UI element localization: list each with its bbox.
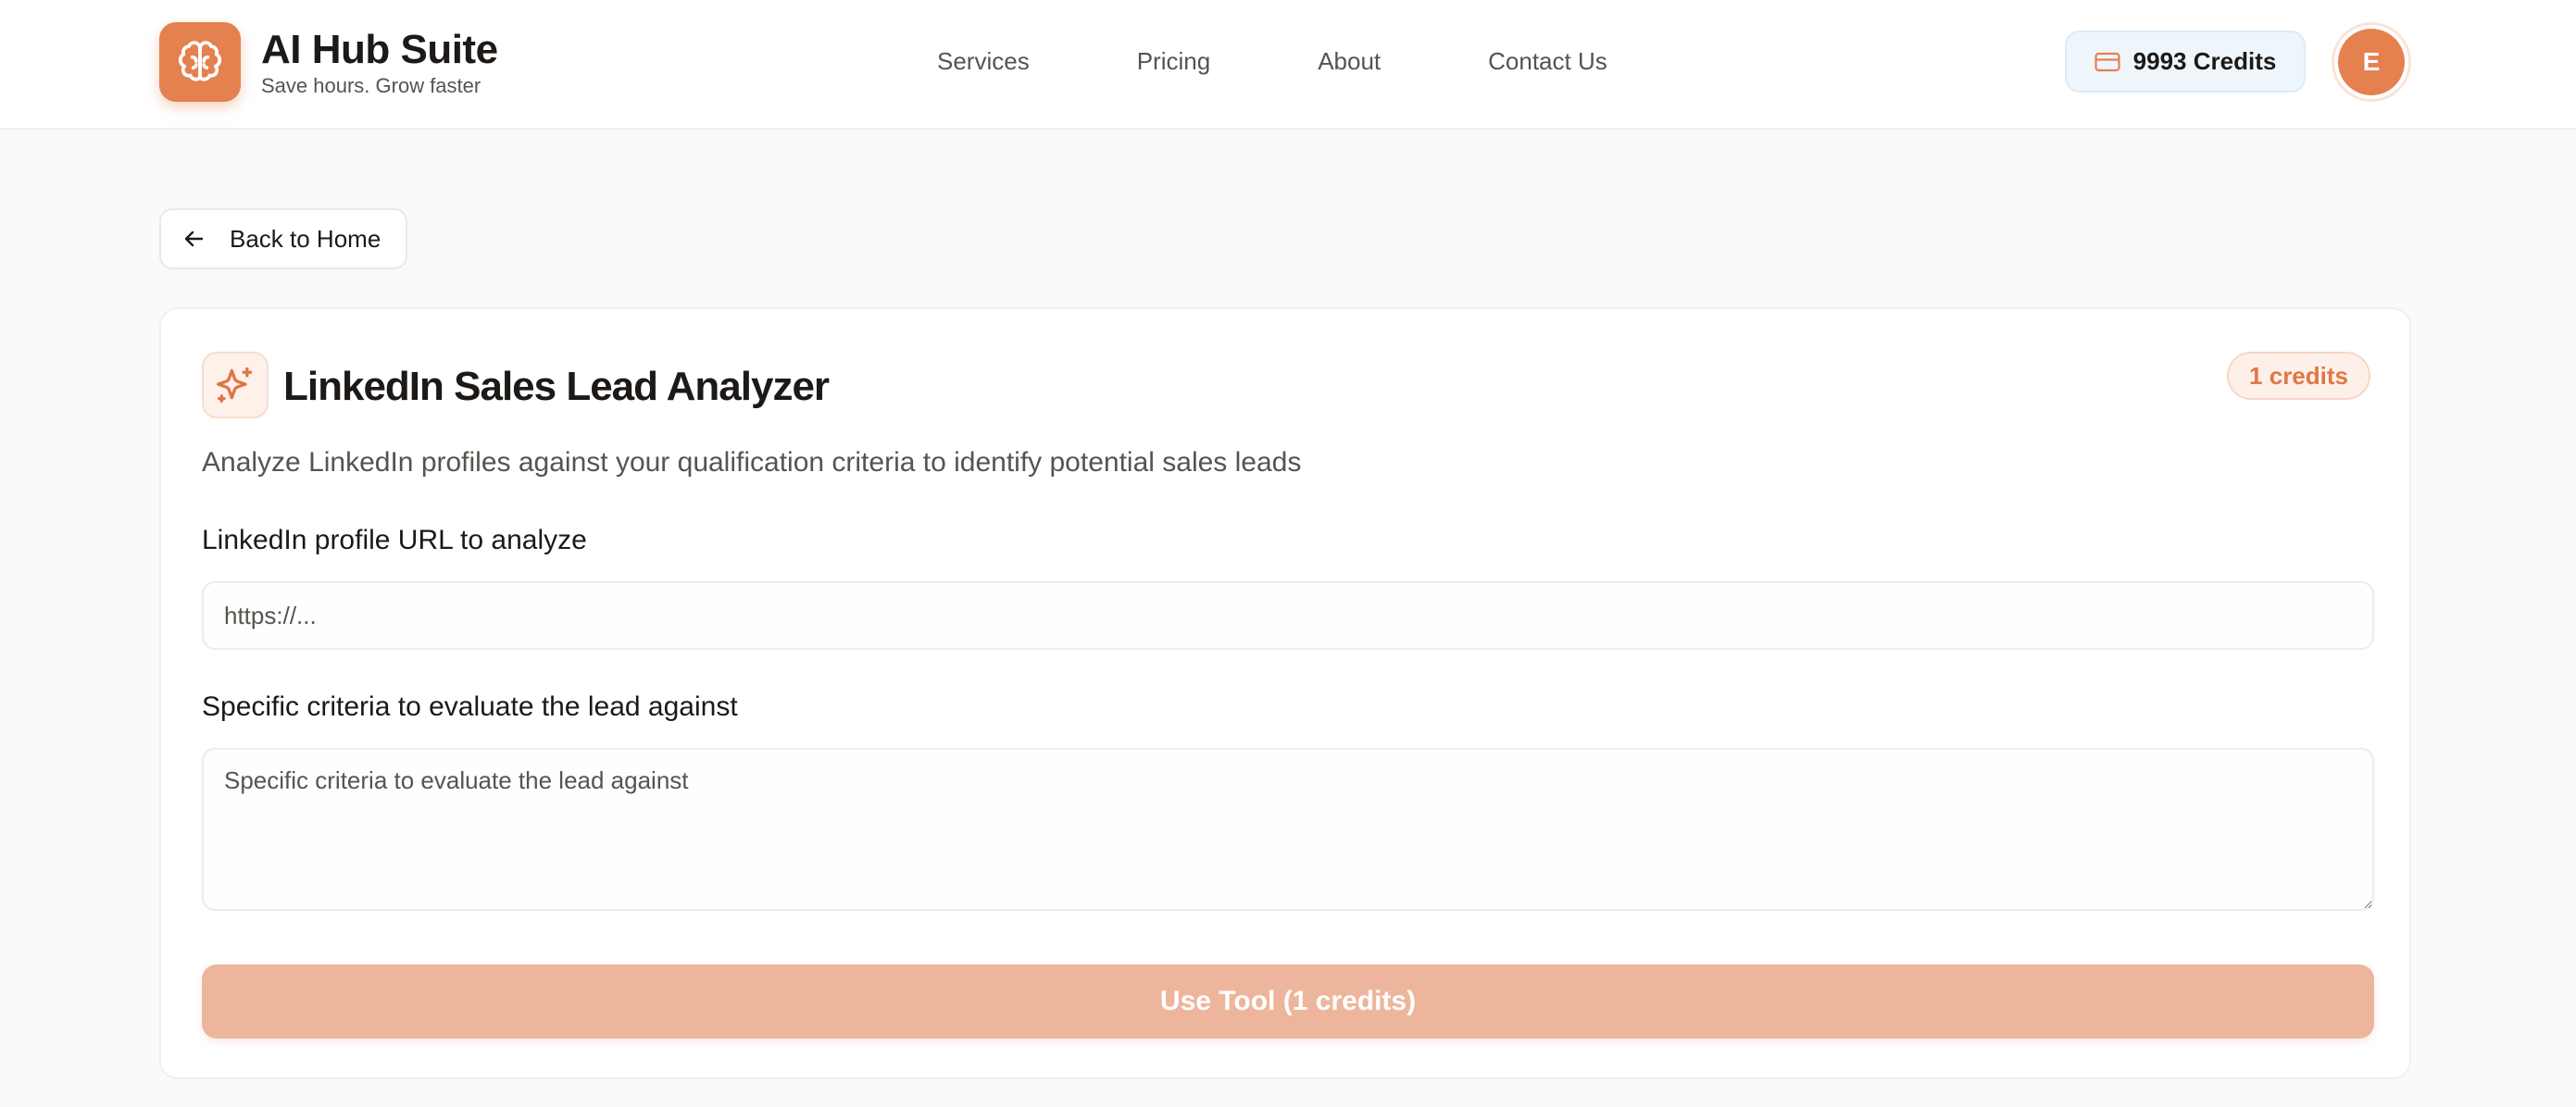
brand-subtitle: Save hours. Grow faster [261,74,481,97]
credits-balance-button[interactable]: 9993 Credits [2065,31,2306,93]
nav-about[interactable]: About [1318,44,1381,78]
nav-pricing[interactable]: Pricing [1137,44,1210,78]
credit-card-icon [2095,52,2120,72]
profile-url-label: LinkedIn profile URL to analyze [202,525,587,555]
back-to-home-label: Back to Home [230,224,381,253]
nav-contact-us[interactable]: Contact Us [1488,44,1607,78]
criteria-textarea[interactable] [202,748,2374,911]
main-nav: Services Pricing About Contact Us [937,44,1607,78]
avatar: E [2338,29,2405,95]
brand-text: AI Hub Suite Save hours. Grow faster [261,26,498,98]
credit-cost-badge: 1 credits [2227,352,2370,400]
nav-services[interactable]: Services [937,44,1030,78]
profile-url-input[interactable] [202,581,2374,650]
user-avatar-button[interactable]: E [2332,22,2411,102]
tool-title: LinkedIn Sales Lead Analyzer [283,364,830,409]
use-tool-button[interactable]: Use Tool (1 credits) [202,964,2374,1039]
credits-label: 9993 Credits [2132,47,2277,75]
tool-card: LinkedIn Sales Lead Analyzer 1 credits A… [159,307,2411,1079]
brand-title: AI Hub Suite [261,27,498,72]
arrow-left-icon [183,229,206,249]
tool-description: Analyze LinkedIn profiles against your q… [202,447,1302,478]
back-to-home-button[interactable]: Back to Home [159,208,407,269]
sparkles-icon [202,352,269,418]
criteria-label: Specific criteria to evaluate the lead a… [202,691,738,722]
top-navbar: AI Hub Suite Save hours. Grow faster Ser… [0,0,2576,130]
brain-icon [159,22,241,102]
brand[interactable]: AI Hub Suite Save hours. Grow faster [159,22,498,102]
